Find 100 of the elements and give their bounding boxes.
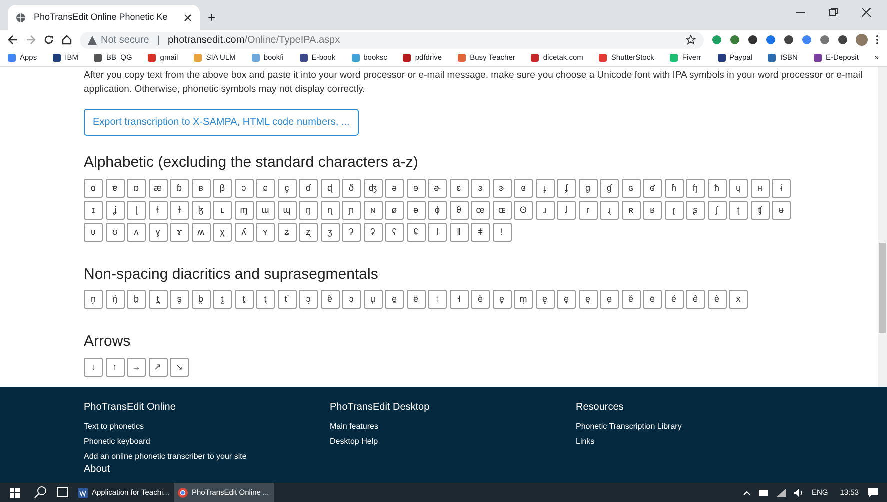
symbol-key[interactable]: ʎ: [234, 222, 254, 242]
symbol-key[interactable]: ē: [643, 290, 662, 309]
speaker-icon[interactable]: [794, 488, 804, 496]
close-icon[interactable]: [184, 14, 192, 22]
footer-link[interactable]: Add an online phonetic transcriber to your site: [84, 449, 330, 464]
symbol-key[interactable]: ɫ: [170, 200, 189, 220]
symbol-key[interactable]: e̠: [385, 290, 404, 309]
symbol-key[interactable]: ʢ: [406, 222, 426, 242]
symbol-key[interactable]: ɛ: [450, 178, 468, 198]
symbol-key[interactable]: ɬ: [148, 200, 168, 220]
symbol-key[interactable]: ʄ: [557, 178, 576, 198]
symbol-key[interactable]: ɸ: [428, 200, 447, 220]
footer-link[interactable]: Phonetic Transcription Library: [576, 419, 822, 434]
symbol-key[interactable]: u̟: [364, 290, 382, 309]
symbol-key[interactable]: ɹ: [536, 200, 554, 220]
symbol-key[interactable]: ê: [686, 290, 705, 309]
symbol-key[interactable]: ʀ: [622, 200, 640, 220]
symbol-key[interactable]: ʤ: [364, 178, 382, 198]
symbol-key[interactable]: ɘ: [406, 178, 426, 198]
export-button[interactable]: Export transcription to X-SAMPA, HTML code numbers, ...: [84, 109, 359, 136]
symbol-key[interactable]: ŋ̊: [106, 290, 124, 309]
symbol-key[interactable]: ǀ: [428, 222, 447, 242]
symbol-key[interactable]: ɒ: [127, 178, 146, 198]
symbol-key[interactable]: ɜ: [471, 178, 490, 198]
symbol-key[interactable]: e̘: [578, 290, 598, 309]
symbol-key[interactable]: ə: [385, 178, 404, 198]
symbol-key[interactable]: x̄: [729, 290, 748, 309]
symbol-key[interactable]: e̞: [557, 290, 576, 309]
symbol-key[interactable]: è: [708, 290, 726, 309]
notification-icon[interactable]: [867, 487, 879, 498]
symbol-key[interactable]: ↗: [148, 358, 168, 376]
symbol-key[interactable]: ˧: [450, 290, 468, 309]
symbol-key[interactable]: ǃ: [492, 222, 512, 242]
reload-icon[interactable]: [44, 35, 54, 45]
scroll-thumb[interactable]: [879, 243, 886, 333]
symbol-key[interactable]: ʍ: [192, 222, 210, 242]
symbol-key[interactable]: ɗ: [299, 178, 318, 198]
symbol-key[interactable]: ɲ: [342, 200, 361, 220]
symbol-key[interactable]: ɯ: [256, 200, 275, 220]
symbol-key[interactable]: ħ: [708, 178, 726, 198]
symbol-key[interactable]: b̤: [127, 290, 146, 309]
url-text[interactable]: photransedit.com/Online/TypeIPA.aspx: [168, 32, 340, 48]
battery-icon[interactable]: [758, 488, 769, 496]
symbol-key[interactable]: ɔ̜: [342, 290, 361, 309]
symbol-key[interactable]: ɟ: [536, 178, 554, 198]
symbol-key[interactable]: ʧ: [750, 200, 770, 220]
symbol-key[interactable]: ç: [278, 178, 296, 198]
symbol-key[interactable]: ě: [622, 290, 640, 309]
symbol-key[interactable]: ǁ: [450, 222, 468, 242]
symbol-key[interactable]: ʁ: [643, 200, 662, 220]
symbol-key[interactable]: →: [127, 358, 146, 376]
symbol-key[interactable]: ɴ: [364, 200, 382, 220]
caret-icon[interactable]: [742, 488, 751, 496]
footer-link[interactable]: Main features: [330, 419, 576, 434]
symbol-key[interactable]: ʑ: [278, 222, 296, 242]
symbol-key[interactable]: e̙: [600, 290, 619, 309]
symbol-key[interactable]: ð: [342, 178, 361, 198]
symbol-key[interactable]: ʃ: [708, 200, 726, 220]
symbol-key[interactable]: ʘ: [514, 200, 533, 220]
symbol-key[interactable]: ɥ: [729, 178, 748, 198]
scrollbar[interactable]: [878, 67, 887, 387]
symbol-key[interactable]: ɓ: [170, 178, 189, 198]
symbol-key[interactable]: ɞ: [514, 178, 533, 198]
star-icon[interactable]: [686, 35, 696, 45]
symbol-key[interactable]: ɻ: [600, 200, 619, 220]
symbol-key[interactable]: ʈ: [729, 200, 748, 220]
symbol-key[interactable]: ʕ: [385, 222, 404, 242]
wifi-icon[interactable]: [776, 488, 786, 496]
symbol-key[interactable]: ɤ: [170, 222, 189, 242]
menu-icon[interactable]: [876, 35, 879, 45]
symbol-key[interactable]: ʟ: [213, 200, 232, 220]
symbol-key[interactable]: ɶ: [492, 200, 512, 220]
symbol-key[interactable]: t̼: [234, 290, 254, 309]
symbol-key[interactable]: ʙ: [192, 178, 210, 198]
symbol-key[interactable]: ë: [406, 290, 426, 309]
symbol-key[interactable]: ʛ: [643, 178, 662, 198]
symbol-key[interactable]: ʒ: [320, 222, 340, 242]
symbol-key[interactable]: ɧ: [686, 178, 705, 198]
symbol-key[interactable]: ɽ: [664, 200, 684, 220]
symbol-key[interactable]: ʐ: [299, 222, 318, 242]
new-tab-button[interactable]: +: [208, 8, 216, 28]
symbol-key[interactable]: t̻: [256, 290, 275, 309]
symbol-key[interactable]: ɢ: [622, 178, 640, 198]
symbol-key[interactable]: ǂ: [471, 222, 490, 242]
symbol-key[interactable]: β: [213, 178, 232, 198]
symbol-key[interactable]: ɖ: [320, 178, 340, 198]
symbol-key[interactable]: œ: [471, 200, 490, 220]
symbol-key[interactable]: ʂ: [686, 200, 705, 220]
symbol-key[interactable]: ɚ: [428, 178, 447, 198]
symbol-key[interactable]: ɪ: [84, 200, 103, 220]
symbol-key[interactable]: ɦ: [664, 178, 684, 198]
symbol-key[interactable]: ʡ: [364, 222, 382, 242]
back-icon[interactable]: [8, 35, 18, 45]
footer-link[interactable]: Links: [576, 434, 822, 449]
symbol-key[interactable]: ɝ: [492, 178, 512, 198]
symbol-key[interactable]: è: [471, 290, 490, 309]
symbol-key[interactable]: θ: [450, 200, 468, 220]
symbol-key[interactable]: ɺ: [557, 200, 576, 220]
symbol-key[interactable]: ɾ: [578, 200, 598, 220]
symbol-key[interactable]: ɑ: [84, 178, 103, 198]
